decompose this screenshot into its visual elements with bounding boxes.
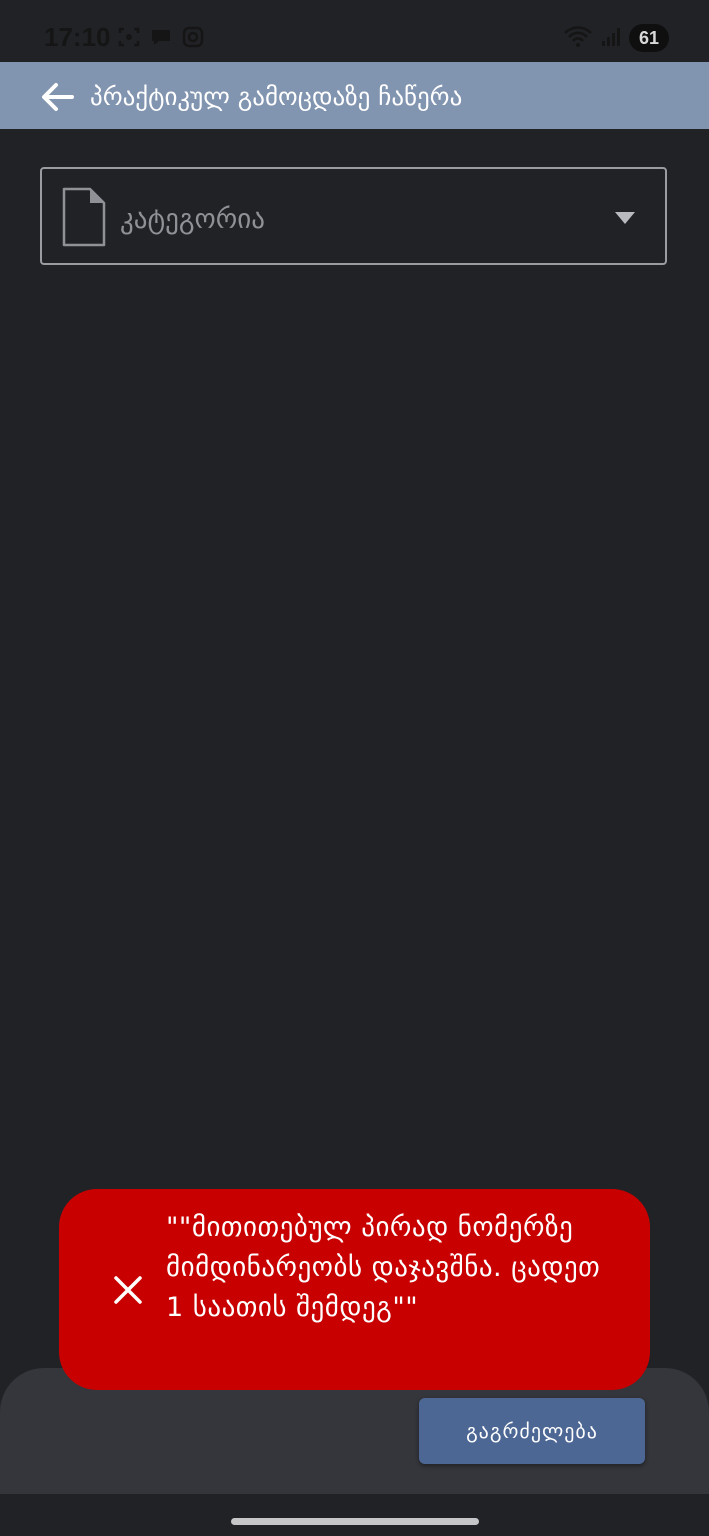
screenshot-icon [118,26,140,48]
wifi-icon [563,24,593,52]
document-icon [60,185,108,249]
system-icons: 61 [563,24,669,52]
status-bar: 17:10 61 [0,0,709,62]
category-placeholder: კატეგორია [120,204,265,235]
notification-icons [118,26,204,48]
close-icon[interactable] [113,1275,143,1305]
battery-indicator: 61 [629,24,669,52]
dropdown-arrow-icon[interactable] [614,210,636,224]
chat-icon [150,26,172,48]
home-indicator[interactable] [231,1518,479,1525]
back-arrow-icon[interactable] [40,82,74,112]
continue-button[interactable]: გაგრძელება [419,1398,645,1464]
toast-message: ""მითითებულ პირად ნომერზე მიმდინარეობს დ… [166,1212,601,1323]
instagram-icon [182,26,204,48]
status-time: 17:10 [44,22,111,52]
navigation-bar [0,1494,709,1536]
signal-icon [601,25,621,51]
page-title: პრაქტიკულ გამოცდაზე ჩაწერა [90,82,463,111]
